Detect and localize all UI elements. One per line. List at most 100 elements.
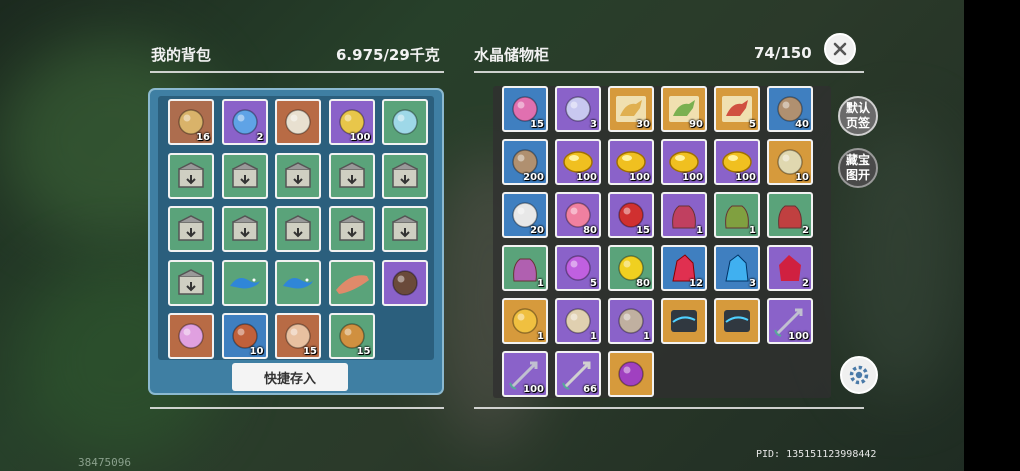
storage-slot[interactable]: 2 [767,245,813,291]
bag-slot[interactable] [275,152,321,199]
crate-icon [178,161,204,188]
storage-slot[interactable]: 100 [661,139,707,185]
bag-slot[interactable] [221,259,268,306]
item-count: 66 [583,384,597,395]
storage-slot[interactable] [661,298,707,344]
duck-icon [392,109,418,135]
storage-slot[interactable]: 100 [555,139,601,185]
crate-icon [392,215,418,241]
crate-icon [338,161,365,188]
screen-edge [964,0,1020,471]
bag-slot[interactable] [221,206,268,252]
storage-slot[interactable]: 40 [767,86,813,132]
storage-slot[interactable]: 30 [608,86,654,132]
bag-slot[interactable] [382,259,428,306]
storage-slot[interactable]: 90 [661,86,707,132]
crate-icon [231,161,258,188]
bag-slot[interactable] [382,206,428,252]
bag-slot[interactable] [275,206,321,252]
item-count: 15 [636,225,650,236]
crate-icon [178,268,204,295]
settings-button[interactable] [840,356,878,394]
storage-slot[interactable]: 1 [555,298,601,344]
storage-slot[interactable]: 80 [555,192,601,238]
bag-footer-divider [150,407,444,409]
storage-slot[interactable]: 100 [608,139,654,185]
storage-slot[interactable]: 15 [608,192,654,238]
tab-treasure-map[interactable]: 藏宝 图开 [838,148,878,188]
item-count: 20 [530,225,544,236]
storage-slot[interactable]: 1 [502,298,548,344]
item-count: 15 [303,346,317,357]
crate-icon [178,215,204,241]
bag-slot[interactable] [382,152,428,199]
item-count: 100 [349,132,371,143]
bag-slot[interactable]: 15 [275,313,321,359]
lizard-icon [229,277,262,288]
bag-slot[interactable]: 100 [328,99,375,145]
storage-slot[interactable]: 100 [502,351,548,397]
bag-title: 我的背包 [151,46,212,64]
bag-slot[interactable] [328,206,375,252]
quick-store-button[interactable]: 快捷存入 [232,363,348,391]
storage-slot[interactable]: 3 [714,245,760,291]
bag-slot[interactable] [275,259,321,306]
horn-icon [285,109,311,135]
storage-slot[interactable]: 15 [502,86,548,132]
storage-slot[interactable]: 1 [608,298,654,344]
storage-slot[interactable]: 20 [502,192,548,238]
storage-slot[interactable]: 80 [608,245,654,291]
item-count: 40 [795,119,809,130]
storage-footer-divider [474,407,864,409]
item-count: 10 [249,346,264,357]
tab-default-page[interactable]: 默认 页签 [838,96,878,136]
storage-slot[interactable]: 100 [767,298,813,344]
item-count: 10 [795,172,809,183]
storage-slot[interactable]: 10 [767,139,813,185]
skate-icon [724,310,750,332]
bag-slot[interactable] [168,313,214,359]
storage-slot[interactable]: 100 [714,139,760,185]
bag-slot[interactable]: 15 [328,313,375,359]
storage-slot[interactable] [608,351,654,397]
storage-slot[interactable]: 3 [555,86,601,132]
bag-slot[interactable] [168,152,214,199]
storage-slot[interactable]: 1 [661,192,707,238]
crate-icon [392,161,418,188]
close-button[interactable] [824,33,856,65]
fish-icon [335,274,369,294]
storage-slot[interactable]: 12 [661,245,707,291]
item-count: 15 [356,346,371,357]
player-id: PID: 135151123998442 [756,449,877,460]
bag-slot[interactable] [328,259,375,306]
item-count: 100 [576,172,597,183]
item-count: 15 [530,119,544,130]
bag-slot[interactable] [328,152,375,199]
storage-slot[interactable]: 5 [555,245,601,291]
storage-slot[interactable]: 1 [714,192,760,238]
storage-slot[interactable] [714,298,760,344]
item-count: 100 [682,172,703,183]
item-count: 2 [802,278,809,289]
bag-slot[interactable] [382,99,428,145]
lizard-icon [283,277,315,288]
bag-slot[interactable]: 2 [221,99,268,145]
bag-weight: 6.975/29千克 [336,46,440,64]
storage-slot[interactable]: 66 [555,351,601,397]
item-count: 80 [583,225,597,236]
bag-slot[interactable]: 16 [168,99,214,145]
item-count: 100 [523,384,544,395]
bag-slot[interactable]: 10 [221,313,268,359]
bag-slot[interactable] [168,206,214,252]
storage-slot[interactable]: 2 [767,192,813,238]
item-count: 80 [636,278,650,289]
storage-slot[interactable]: 5 [714,86,760,132]
item-count: 3 [749,278,756,289]
bag-slot[interactable] [168,259,214,306]
crystal-cat-icon [178,323,204,349]
storage-slot[interactable]: 200 [502,139,548,185]
bag-slot[interactable] [275,99,321,145]
bag-slot[interactable] [221,152,268,199]
crate-icon [285,161,311,188]
storage-slot[interactable]: 1 [502,245,548,291]
